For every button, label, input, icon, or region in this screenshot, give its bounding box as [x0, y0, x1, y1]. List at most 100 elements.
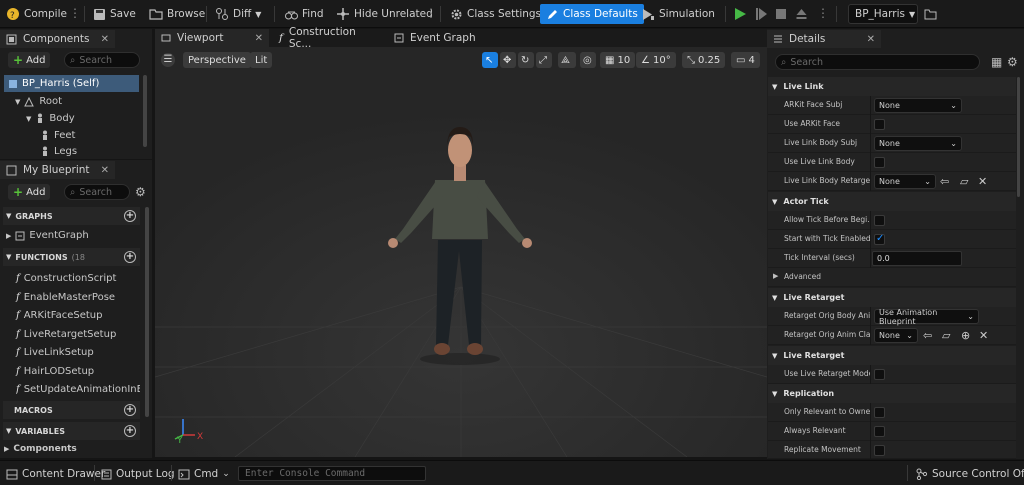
use-live-link-body-checkbox[interactable] — [874, 157, 885, 168]
step-button[interactable] — [755, 4, 768, 24]
stop-button[interactable] — [775, 4, 787, 24]
debug-object-dropdown[interactable]: BP_Harris ▼ — [848, 4, 918, 24]
live-link-body-subj-dropdown[interactable]: None ⌄ — [874, 136, 962, 151]
close-icon[interactable]: ✕ — [867, 34, 875, 45]
clear-icon[interactable]: ✕ — [979, 329, 988, 342]
my-blueprint-search-input[interactable]: ⌕ Search — [64, 184, 130, 200]
add-graph-icon[interactable]: + — [124, 210, 136, 222]
browse-button[interactable]: Browse — [149, 4, 205, 24]
category-live-link[interactable]: ▼ Live Link — [768, 77, 1016, 96]
function-item[interactable]: f LiveRetargetSetup — [16, 325, 116, 343]
viewport-menu-icon[interactable]: ☰ — [161, 53, 175, 67]
world-local-button[interactable]: ◎ — [580, 52, 596, 68]
tab-event-graph[interactable]: Event Graph — [388, 29, 488, 47]
clear-icon[interactable]: ✕ — [978, 175, 987, 188]
start-tick-checkbox[interactable] — [874, 233, 885, 245]
tab-construction-script[interactable]: f Construction Sc... — [273, 26, 383, 50]
category-live-retarget[interactable]: ▼ Live Retarget — [768, 288, 1016, 307]
function-item[interactable]: f ConstructionScript — [16, 269, 116, 287]
eject-button[interactable] — [795, 4, 808, 24]
output-log-button[interactable]: Output Log — [101, 466, 175, 482]
allow-tick-checkbox[interactable] — [874, 215, 885, 226]
tree-item-legs[interactable]: Legs — [40, 144, 77, 158]
property-matrix-icon[interactable]: ▦ — [991, 55, 1002, 69]
find-button[interactable]: Find — [285, 4, 324, 24]
function-item[interactable]: f ARKitFaceSetup — [16, 306, 102, 324]
add-component-button[interactable]: + Add — [8, 52, 51, 68]
graph-item-eventgraph[interactable]: ▶ EventGraph — [6, 227, 89, 244]
components-search-input[interactable]: ⌕ Search — [64, 52, 140, 68]
functions-section-header[interactable]: ▼ FUNCTIONS (18 + — [3, 248, 140, 266]
use-selected-icon[interactable]: ⇦ — [940, 175, 949, 188]
details-scrollbar[interactable] — [1017, 77, 1020, 197]
variable-category-components[interactable]: ▶ Components — [4, 440, 77, 457]
perspective-button[interactable]: Perspective — [183, 52, 251, 68]
browse-asset-icon[interactable]: ▱ — [960, 175, 968, 188]
diff-button[interactable]: Diff ▼ — [215, 4, 261, 24]
macros-section-header[interactable]: MACROS + — [3, 401, 140, 419]
arkit-face-subj-dropdown[interactable]: None ⌄ — [874, 98, 962, 113]
console-command-input[interactable]: Enter Console Command — [238, 466, 426, 481]
settings-gear-icon[interactable]: ⚙ — [135, 185, 146, 199]
function-item[interactable]: f EnableMasterPose — [16, 288, 115, 306]
debug-filter-button[interactable] — [924, 4, 937, 24]
add-member-button[interactable]: + Add — [8, 184, 51, 200]
compile-button[interactable]: ? Compile — [6, 4, 67, 24]
tree-item-feet[interactable]: Feet — [40, 127, 75, 144]
content-drawer-button[interactable]: Content Drawer — [6, 466, 105, 482]
save-button[interactable]: Save — [93, 4, 136, 24]
always-relevant-checkbox[interactable] — [874, 426, 885, 437]
grid-snap-button[interactable]: ▦ 10 — [600, 52, 636, 68]
graphs-section-header[interactable]: ▼ GRAPHS + — [3, 207, 140, 225]
add-variable-icon[interactable]: + — [124, 425, 136, 437]
tree-item-body[interactable]: ▼ Body — [26, 110, 75, 127]
replicate-movement-checkbox[interactable] — [874, 445, 885, 456]
tree-item-self[interactable]: BP_Harris (Self) — [4, 75, 139, 92]
class-defaults-button[interactable]: Class Defaults — [540, 4, 644, 24]
simulation-button[interactable]: Simulation — [641, 4, 715, 24]
components-scrollbar[interactable] — [143, 75, 147, 147]
browse-asset-icon[interactable]: ▱ — [942, 329, 950, 342]
tab-components[interactable]: Components ✕ — [0, 30, 115, 48]
tab-my-blueprint[interactable]: My Blueprint ✕ — [0, 161, 115, 179]
cmd-dropdown[interactable]: Cmd ⌄ — [178, 466, 230, 482]
my-blueprint-scrollbar[interactable] — [145, 207, 149, 417]
use-selected-icon[interactable]: ⇦ — [923, 329, 932, 342]
tab-details[interactable]: Details ✕ — [767, 30, 881, 48]
function-item[interactable]: f SetUpdateAnimationInEdi — [16, 380, 140, 398]
play-button[interactable] — [734, 4, 747, 24]
tab-viewport[interactable]: Viewport ✕ — [155, 29, 269, 47]
source-control-button[interactable]: Source Control Off — [916, 466, 1024, 482]
surface-snap-button[interactable]: ⟁ — [558, 52, 576, 68]
play-options-icon[interactable]: ⋮ — [817, 6, 829, 20]
compile-options-icon[interactable]: ⋮ — [69, 6, 81, 20]
retarget-body-dropdown[interactable]: Use Animation Blueprint ⌄ — [874, 308, 979, 326]
function-item[interactable]: f HairLODSetup — [16, 362, 94, 380]
close-icon[interactable]: ✕ — [101, 165, 109, 176]
category-live-retarget-mode[interactable]: ▼ Live Retarget — [768, 346, 1016, 365]
category-actor-tick[interactable]: ▼ Actor Tick — [768, 192, 1016, 211]
live-link-body-retarget-dropdown[interactable]: None ⌄ — [874, 174, 936, 189]
category-replication[interactable]: ▼ Replication — [768, 384, 1016, 403]
scale-mode-button[interactable]: ⤢ — [536, 52, 552, 68]
hide-unrelated-button[interactable]: Hide Unrelated — [336, 4, 433, 24]
retarget-anim-dropdown[interactable]: None ⌄ — [874, 328, 918, 343]
function-item[interactable]: f LiveLinkSetup — [16, 343, 94, 361]
viewport[interactable]: Y X ☰ Perspective Lit ↖ ✥ ↻ ⤢ ⟁ ◎ ▦ 10 ∠… — [155, 47, 767, 457]
close-icon[interactable]: ✕ — [101, 34, 109, 45]
tick-interval-input[interactable]: 0.0 — [872, 251, 962, 266]
translate-mode-button[interactable]: ✥ — [500, 52, 516, 68]
add-function-icon[interactable]: + — [124, 251, 136, 263]
view-mode-button[interactable]: Lit — [250, 52, 273, 68]
tree-item-root[interactable]: ▼ Root — [15, 93, 62, 110]
settings-gear-icon[interactable]: ⚙ — [1007, 55, 1018, 69]
camera-speed-button[interactable]: ▭ 4 — [731, 52, 760, 68]
rotate-mode-button[interactable]: ↻ — [518, 52, 534, 68]
use-live-retarget-checkbox[interactable] — [874, 369, 885, 380]
select-mode-button[interactable]: ↖ — [482, 52, 498, 68]
use-arkit-face-checkbox[interactable] — [874, 119, 885, 130]
scale-snap-button[interactable]: ⤡ 0.25 — [682, 52, 726, 68]
add-icon[interactable]: ⊕ — [961, 329, 970, 342]
details-search-input[interactable]: ⌕ Search — [775, 54, 980, 70]
prop-advanced[interactable]: ▶ Advanced — [768, 268, 1016, 287]
